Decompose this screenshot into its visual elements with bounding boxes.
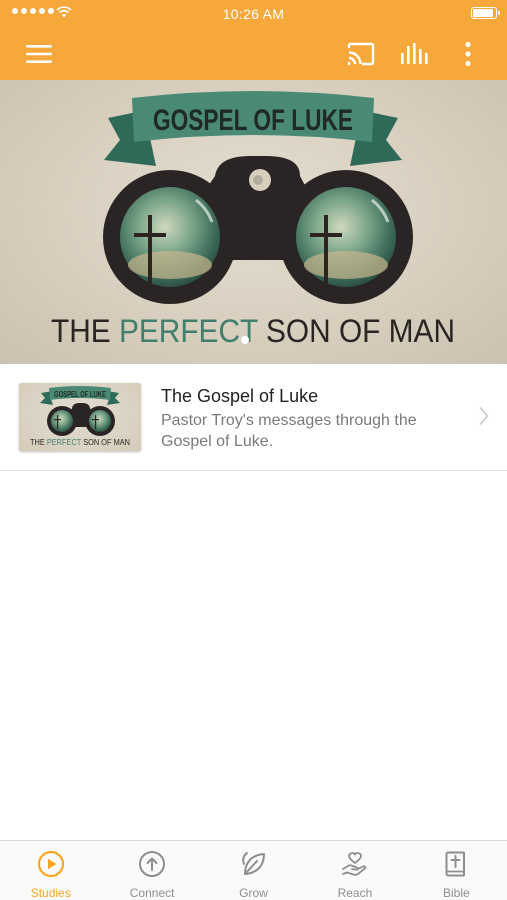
tab-label: Bible: [442, 886, 470, 900]
toolbar: [0, 28, 507, 80]
banner-ribbon-title: GOSPEL OF LUKE: [153, 104, 353, 137]
study-description: Pastor Troy's messages through the Gospe…: [161, 412, 417, 450]
status-time: 10:26 AM: [222, 6, 285, 22]
banner-artwork: GOSPEL OF LUKE THE PERFECT SON OF MAN: [51, 91, 455, 349]
list-item[interactable]: GOSPEL OF LUKE THE PERFECT SON OF MAN Th…: [0, 364, 507, 471]
more-vertical-icon[interactable]: [450, 36, 486, 72]
carousel-page-indicator[interactable]: [241, 336, 249, 344]
bible-cross-icon: [445, 851, 466, 877]
bottom-tab-bar: Studies Connect Grow Reach Bible: [0, 840, 507, 900]
battery-icon: [471, 7, 500, 19]
study-thumbnail: GOSPEL OF LUKE THE PERFECT SON OF MAN: [19, 383, 141, 451]
tab-connect[interactable]: Connect: [101, 841, 202, 900]
app-header: 10:26 AM: [0, 0, 507, 80]
cast-icon[interactable]: [343, 36, 379, 72]
tab-label: Reach: [337, 886, 373, 900]
tab-studies[interactable]: Studies: [0, 841, 101, 900]
tab-label: Connect: [129, 886, 175, 900]
chevron-right-icon: [479, 407, 489, 425]
leaf-icon: [241, 852, 265, 875]
tab-reach[interactable]: Reach: [304, 841, 405, 900]
arrow-up-circle-icon: [139, 851, 166, 877]
study-title: The Gospel of Luke: [161, 386, 319, 406]
status-bar: 10:26 AM: [0, 0, 507, 28]
play-circle-icon: [37, 850, 64, 878]
tab-label: Grow: [239, 886, 268, 900]
hamburger-menu-icon[interactable]: [21, 36, 57, 72]
heart-hand-icon: [342, 852, 367, 876]
tab-grow[interactable]: Grow: [203, 841, 304, 900]
svg-text:THE PERFECT SON OF MAN: THE PERFECT SON OF MAN: [30, 438, 130, 447]
banner-subtitle: THE PERFECT SON OF MAN: [51, 313, 455, 349]
tab-label: Studies: [30, 886, 71, 900]
tab-bible[interactable]: Bible: [406, 841, 507, 900]
audio-bars-icon[interactable]: [396, 36, 432, 72]
svg-text:GOSPEL OF LUKE: GOSPEL OF LUKE: [54, 390, 106, 399]
featured-banner[interactable]: GOSPEL OF LUKE THE PERFECT SON OF MAN: [0, 80, 507, 364]
